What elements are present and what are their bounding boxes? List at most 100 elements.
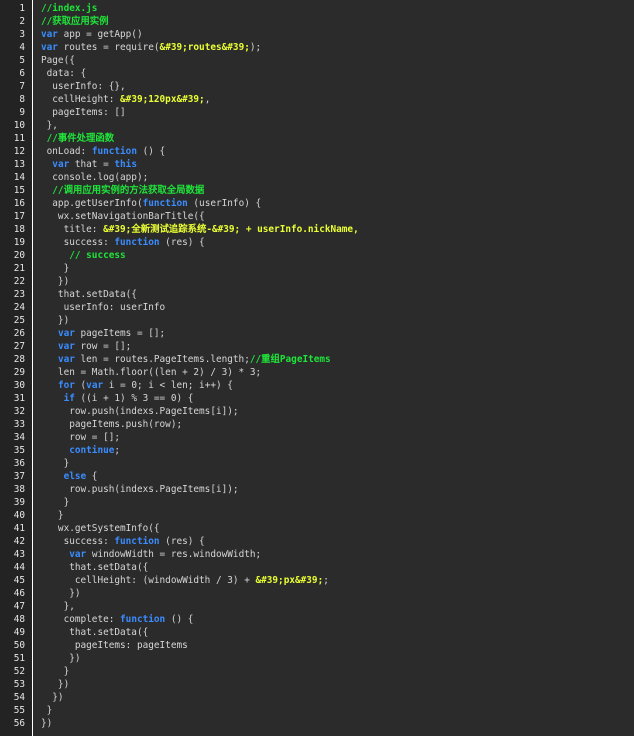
code-text: that.setData({: [41, 627, 149, 638]
code-content: }): [41, 691, 63, 704]
code-content: var windowWidth = res.windowWidth;: [41, 548, 261, 561]
code-content: row.push(indexs.PageItems[i]);: [41, 483, 238, 496]
code-editor[interactable]: 1//index.js 2//获取应用实例 3 var app = getApp() 4…: [0, 0, 634, 736]
code-content: pageItems: pageItems: [41, 639, 188, 652]
code-text: () {: [136, 146, 166, 157]
code-keyword: this: [114, 159, 137, 170]
code-content: continue;: [41, 444, 120, 457]
code-line: 19 success: function (res) {: [0, 236, 634, 249]
code-content: }: [41, 704, 53, 717]
code-text: ,: [204, 94, 211, 105]
code-text: complete:: [41, 614, 121, 625]
line-number: 52: [13, 666, 25, 677]
line-number: 44: [13, 562, 25, 573]
code-keyword: continue: [69, 445, 115, 456]
code-text: }): [41, 653, 81, 664]
line-number: 42: [13, 536, 25, 547]
code-text: {: [86, 471, 98, 482]
code-keyword: if: [63, 393, 75, 404]
line-number: 47: [13, 601, 25, 612]
code-line: 18 title: &#39;全新测试追踪系统-&#39; + userInfo…: [0, 223, 634, 236]
code-line: 24 userInfo: userInfo: [0, 301, 634, 314]
line-number: 37: [13, 471, 25, 482]
code-content: },: [41, 600, 75, 613]
code-line: 16 app.getUserInfo(function (userInfo) {: [0, 197, 634, 210]
code-line: 37 else {: [0, 470, 634, 483]
code-content: that.setData({: [41, 561, 148, 574]
code-text: }): [41, 315, 70, 326]
code-text: pageItems = [];: [74, 328, 166, 339]
code-line: 15 //调用应用实例的方法获取全局数据: [0, 184, 634, 197]
code-content: success: function (res) {: [41, 535, 205, 548]
code-text: },: [41, 601, 75, 612]
code-line: 28 var len = routes.PageItems.length;//重…: [0, 353, 634, 366]
code-text: onLoad:: [41, 146, 92, 157]
line-number: 23: [13, 289, 25, 300]
code-comment: // success: [41, 250, 126, 261]
code-text: () {: [165, 614, 194, 625]
code-string: &#39;px&#39;: [255, 575, 324, 586]
code-content: onLoad: function () {: [41, 145, 166, 158]
code-text: that =: [69, 159, 115, 170]
code-line: 2 //获取应用实例: [0, 15, 634, 28]
code-content: pageItems.push(row);: [41, 418, 182, 431]
code-content: var app = getApp(): [41, 28, 143, 41]
code-keyword: var: [86, 380, 104, 391]
line-number: 11: [13, 133, 25, 144]
code-text: cellHeight: (windowWidth / 3) +: [41, 575, 256, 586]
code-line: 41 wx.getSystemInfo({: [0, 522, 634, 535]
code-content: }): [41, 587, 80, 600]
code-line: 38 row.push(indexs.PageItems[i]);: [0, 483, 634, 496]
code-line: 55 }: [0, 704, 634, 717]
code-keyword: function: [114, 237, 160, 248]
code-content: var len = routes.PageItems.length;//重组Pa…: [41, 353, 331, 366]
code-line: 10 },: [0, 119, 634, 132]
line-number: 24: [13, 302, 25, 313]
code-content: if ((i + 1) % 3 == 0) {: [41, 392, 194, 405]
code-text: app = getApp(): [57, 29, 143, 40]
code-line: 25 }): [0, 314, 634, 327]
line-number: 2: [19, 16, 25, 27]
code-line: 9 pageItems: []: [0, 106, 634, 119]
line-number: 1: [19, 3, 25, 14]
code-comment: //重组PageItems: [249, 354, 331, 365]
line-number: 17: [13, 211, 25, 222]
code-text: }: [41, 497, 70, 508]
code-area[interactable]: 1//index.js 2//获取应用实例 3 var app = getApp() 4…: [0, 2, 634, 730]
code-content: }: [41, 665, 70, 678]
code-text: }: [41, 510, 64, 521]
line-number: 8: [19, 94, 25, 105]
code-text: userInfo: userInfo: [41, 302, 166, 313]
code-keyword: function: [142, 198, 188, 209]
code-content: pageItems: []: [41, 106, 125, 119]
code-comment: //事件处理函数: [41, 133, 115, 144]
code-keyword: function: [91, 146, 137, 157]
line-number: 49: [13, 627, 25, 638]
code-content: //调用应用实例的方法获取全局数据: [41, 184, 204, 197]
code-text: (: [74, 380, 87, 391]
line-number: 33: [13, 419, 25, 430]
code-line: 49 that.setData({: [0, 626, 634, 639]
code-content: data: {: [41, 67, 87, 80]
code-content: that.setData({: [41, 288, 137, 301]
code-text: wx.setNavigationBarTitle({: [41, 211, 205, 222]
code-text: console.log(app);: [41, 172, 149, 183]
code-content: Page({: [41, 54, 75, 67]
code-text: );: [249, 42, 262, 53]
line-number: 51: [13, 653, 25, 664]
line-number: 53: [13, 679, 25, 690]
code-line: 48 complete: function () {: [0, 613, 634, 626]
code-line: 44 that.setData({: [0, 561, 634, 574]
code-content: complete: function () {: [41, 613, 194, 626]
code-line: 21 }: [0, 262, 634, 275]
line-number: 16: [13, 198, 25, 209]
code-line: 36 }: [0, 457, 634, 470]
code-line: 22 }): [0, 275, 634, 288]
code-text: pageItems.push(row);: [41, 419, 183, 430]
line-number: 48: [13, 614, 25, 625]
code-keyword: var: [41, 29, 58, 40]
